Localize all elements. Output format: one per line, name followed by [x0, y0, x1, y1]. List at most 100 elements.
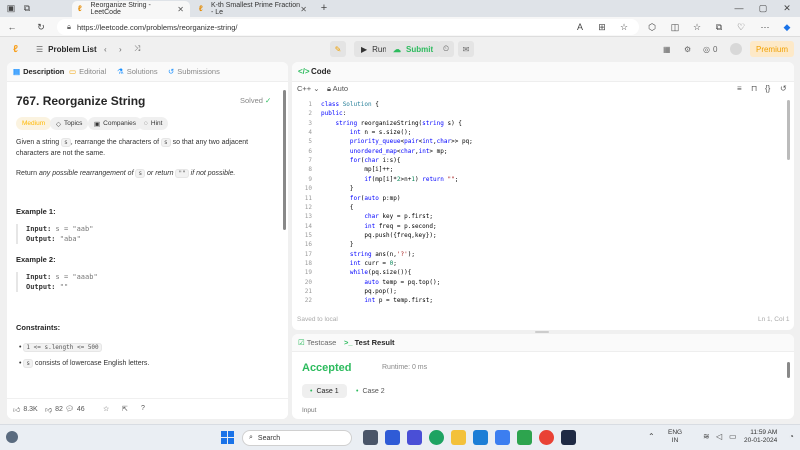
- shuffle-icon[interactable]: ⤨: [134, 42, 140, 56]
- settings-gear-icon[interactable]: ⚙: [684, 42, 691, 56]
- tab-solutions[interactable]: ⚗ Solutions: [117, 67, 158, 76]
- example-1-box: Input: s = "aab" Output: "aba": [16, 224, 278, 244]
- hint-label: Hint: [150, 120, 163, 127]
- browser-tab-active[interactable]: ℓ Reorganize String - LeetCode ✕: [72, 1, 190, 17]
- weather-icon[interactable]: [6, 431, 18, 443]
- taskbar-search-input[interactable]: ⌕ Search: [242, 430, 352, 446]
- extensions-icon[interactable]: ⬡: [645, 20, 659, 34]
- input-label: Input: [302, 407, 317, 414]
- task-view-icon[interactable]: [363, 430, 378, 445]
- leetcode-logo-icon[interactable]: ℓ: [13, 42, 18, 56]
- code-text: public:: [321, 110, 347, 118]
- hint-button[interactable]: ◌ Hint: [138, 117, 169, 130]
- windows-start-icon[interactable]: [221, 431, 234, 444]
- case-2-button[interactable]: • Case 2: [348, 384, 393, 398]
- submit-button[interactable]: ☁ Submit: [386, 41, 441, 57]
- copilot-icon[interactable]: ◆: [780, 20, 794, 34]
- solved-status: Solved ✓: [240, 96, 271, 105]
- like-button[interactable]: 👍︎ 8.3K: [13, 405, 38, 414]
- minimize-icon[interactable]: —: [732, 1, 746, 15]
- read-aloud-icon[interactable]: A: [573, 20, 587, 34]
- battery-icon[interactable]: ▭: [729, 432, 737, 441]
- more-options-icon[interactable]: ⋯: [758, 20, 772, 34]
- coins-button[interactable]: ◎ 0: [703, 42, 717, 56]
- favorites-icon[interactable]: ☆: [690, 20, 704, 34]
- format-icon[interactable]: ≡: [737, 84, 742, 93]
- close-tab-icon[interactable]: ✕: [300, 5, 307, 14]
- companies-label: Companies: [103, 120, 137, 127]
- workspaces-icon[interactable]: ▣: [4, 1, 18, 15]
- topics-button[interactable]: ◇ Topics: [50, 117, 89, 130]
- tab-editorial[interactable]: ▭ Editorial: [69, 67, 106, 76]
- scrollbar[interactable]: [283, 90, 286, 230]
- favorite-star-icon[interactable]: ☆: [617, 20, 631, 34]
- auto-mode-toggle[interactable]: 🔒︎ Auto: [327, 84, 348, 94]
- problem-list-button[interactable]: ☰ Problem List: [36, 42, 97, 56]
- case-1-button[interactable]: • Case 1: [302, 384, 347, 398]
- test-scrollbar[interactable]: [787, 362, 790, 378]
- collections-icon[interactable]: ⧉: [712, 20, 726, 34]
- close-tab-icon[interactable]: ✕: [177, 5, 184, 14]
- chevron-up-icon[interactable]: ⌃: [648, 432, 655, 441]
- tab-description[interactable]: ▤ Description: [13, 67, 64, 76]
- split-screen-icon[interactable]: ◫: [668, 20, 682, 34]
- vscode-icon[interactable]: [561, 430, 576, 445]
- editor-scrollbar[interactable]: [787, 100, 790, 160]
- tab-test-result[interactable]: >_ Test Result: [344, 338, 395, 347]
- app-icon[interactable]: [495, 430, 510, 445]
- timer-icon[interactable]: ⏲: [438, 41, 454, 57]
- favorite-star-icon[interactable]: ☆: [103, 405, 109, 413]
- close-window-icon[interactable]: ✕: [780, 1, 794, 15]
- app-icon[interactable]: [517, 430, 532, 445]
- code-text: pq.pop();: [321, 288, 397, 295]
- resize-handle[interactable]: [535, 331, 549, 333]
- wifi-icon[interactable]: ≋: [703, 432, 710, 441]
- widgets-icon[interactable]: [385, 430, 400, 445]
- inline-code: s: [161, 138, 171, 147]
- share-icon[interactable]: ⇱: [122, 405, 128, 413]
- volume-icon[interactable]: ◁: [716, 432, 722, 441]
- url-input[interactable]: 🔒︎ https://leetcode.com/problems/reorgan…: [57, 19, 639, 35]
- profile-icon[interactable]: ♡: [734, 20, 748, 34]
- description-tabs: ▤ Description ▭ Editorial ⚗ Solutions ↺ …: [7, 62, 288, 82]
- avatar[interactable]: [730, 43, 742, 55]
- store-icon[interactable]: [473, 430, 488, 445]
- tab-actions-icon[interactable]: ⧉: [20, 1, 34, 15]
- companies-button[interactable]: ▣ Companies: [88, 117, 143, 130]
- language-select[interactable]: C++ ⌄: [297, 84, 320, 93]
- coins-count: 0: [712, 44, 718, 54]
- language-indicator[interactable]: ENG IN: [668, 429, 682, 445]
- debug-icon[interactable]: ✎: [330, 41, 346, 57]
- teams-icon[interactable]: [407, 430, 422, 445]
- premium-button[interactable]: Premium: [750, 41, 794, 57]
- saved-status: Saved to local: [297, 316, 338, 323]
- dislike-button[interactable]: 👎︎ 82: [45, 405, 63, 414]
- search-icon: ⌕: [249, 434, 253, 441]
- edge-browser-icon[interactable]: [429, 430, 444, 445]
- prev-problem-icon[interactable]: ‹: [104, 42, 107, 56]
- tab-submissions[interactable]: ↺ Submissions: [168, 67, 220, 76]
- cursor-position: Ln 1, Col 1: [758, 316, 790, 323]
- notes-icon[interactable]: ✉: [458, 41, 474, 57]
- refresh-icon[interactable]: ↻: [34, 20, 48, 34]
- line-number: 5: [308, 138, 312, 146]
- next-problem-icon[interactable]: ›: [119, 42, 122, 56]
- maximize-icon[interactable]: ▢: [756, 1, 770, 15]
- app-available-icon[interactable]: ⊞: [595, 20, 609, 34]
- chrome-icon[interactable]: [539, 430, 554, 445]
- tab-testcase[interactable]: ☑ Testcase: [298, 338, 336, 347]
- help-icon[interactable]: ?: [141, 405, 145, 412]
- new-tab-icon[interactable]: +: [317, 1, 331, 15]
- clock[interactable]: 11:59 AM 20-01-2024: [744, 429, 777, 445]
- braces-icon[interactable]: {}: [765, 84, 770, 93]
- code-brackets-icon: </>: [298, 67, 310, 76]
- bookmark-icon[interactable]: ⊓: [751, 84, 757, 93]
- reset-icon[interactable]: ↺: [780, 84, 787, 93]
- comments-button[interactable]: 💬︎ 46: [65, 405, 85, 414]
- layout-icon[interactable]: ▦: [663, 42, 671, 56]
- file-explorer-icon[interactable]: [451, 430, 466, 445]
- line-number: 10: [304, 185, 312, 193]
- notification-bell-icon[interactable]: ◔: [789, 432, 794, 441]
- browser-tab[interactable]: ℓ K-th Smallest Prime Fraction - Le ✕: [193, 1, 313, 17]
- back-icon[interactable]: ←: [5, 20, 19, 34]
